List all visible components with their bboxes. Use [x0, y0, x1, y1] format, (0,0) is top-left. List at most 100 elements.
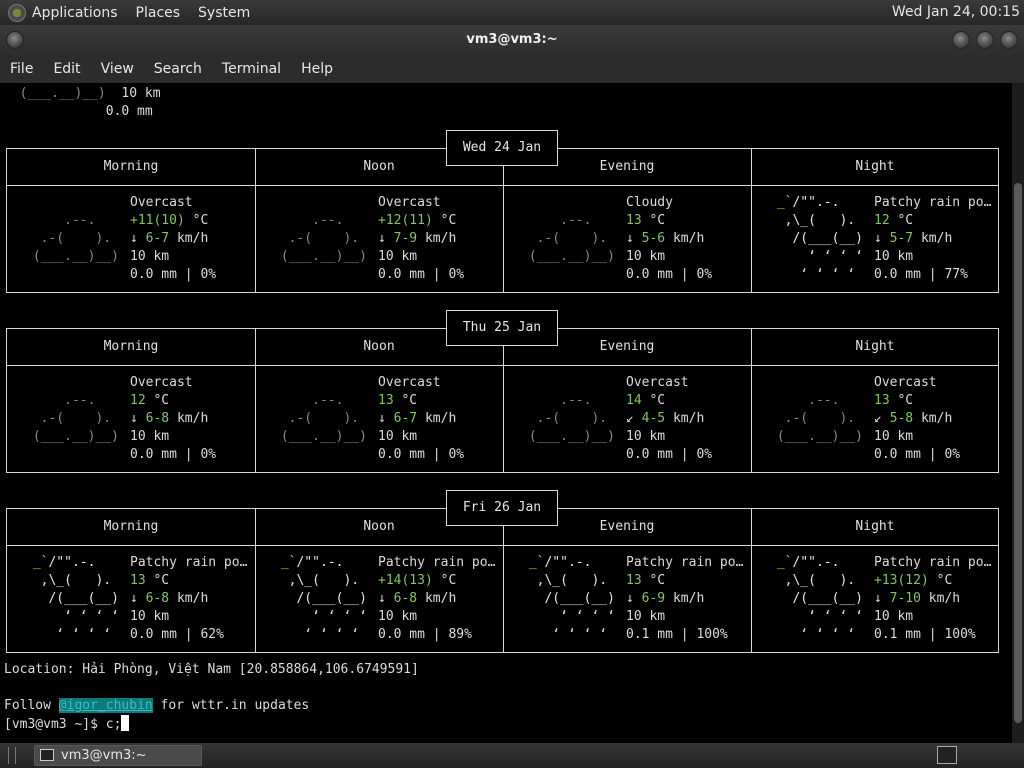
panel-clock[interactable]: Wed Jan 24, 00:15 — [892, 4, 1020, 20]
menu-help[interactable]: Help — [301, 61, 333, 77]
wind: ↓ 5-6 km/h — [626, 231, 705, 246]
close-icon[interactable] — [1000, 31, 1018, 49]
forecast-details: Overcast 12 °C ↓ 6-8 km/h 10 km 0.0 mm | 0% — [130, 374, 216, 464]
temperature: 13 °C — [378, 393, 418, 408]
terminal-icon — [40, 749, 54, 761]
temperature: 13 °C — [626, 573, 666, 588]
wind: ↓ 6-8 km/h — [378, 591, 457, 606]
precipitation: 0.0 mm | 0% — [874, 447, 961, 462]
precipitation: 0.0 mm | 0% — [626, 267, 713, 282]
rain-cloud-ascii-icon: _`/"".-. ,\_( ). /(___(__) ‘ ‘ ‘ ‘ ‘ ‘ ‘… — [769, 555, 871, 642]
forecast-details: Patchy rain po… +14(13) °C ↓ 6-8 km/h 10 km… — [378, 554, 495, 644]
temperature: +13(12) °C — [874, 573, 953, 588]
location-line: Location: Hải Phòng, Việt Nam [20.858864… — [4, 662, 419, 677]
period-header: Night — [855, 519, 895, 534]
condition-text: Patchy rain po… — [874, 195, 992, 210]
menu-file[interactable]: File — [10, 61, 33, 77]
forecast-cell: .--. .-( ). (___.__)__) Cloudy 13 °C ↓ 5-6… — [503, 186, 751, 293]
panel-menu-system[interactable]: System — [198, 5, 250, 21]
menu-search[interactable]: Search — [154, 61, 202, 77]
rain-cloud-ascii-icon: _`/"".-. ,\_( ). /(___(__) ‘ ‘ ‘ ‘ ‘ ‘ ‘… — [521, 555, 623, 642]
condition-text: Overcast — [378, 195, 441, 210]
show-desktop-icon[interactable] — [937, 746, 957, 764]
forecast-cell: .--. .-( ). (___.__)__) Overcast +11(10) … — [7, 186, 255, 293]
period-header: Morning — [103, 159, 159, 174]
forecast-cell: _`/"".-. ,\_( ). /(___(__) ‘ ‘ ‘ ‘ ‘ ‘ ‘… — [7, 546, 255, 653]
visibility: 10 km — [130, 429, 170, 444]
wind: ↓ 6-8 km/h — [130, 591, 209, 606]
period-header: Night — [855, 159, 895, 174]
visibility: 10 km — [130, 609, 170, 624]
window-menu-icon[interactable] — [6, 31, 24, 49]
wind: ↓ 7-10 km/h — [874, 591, 961, 606]
temperature: 14 °C — [626, 393, 666, 408]
period-header: Morning — [103, 339, 159, 354]
forecast-day-table: Morning _`/"".-. ,\_( ). /(___(__) ‘ ‘ ‘… — [6, 508, 999, 653]
forecast-details: Cloudy 13 °C ↓ 5-6 km/h 10 km 0.0 mm | 0% — [626, 194, 712, 284]
menu-edit[interactable]: Edit — [53, 61, 80, 77]
forecast-cell: .--. .-( ). (___.__)__) Overcast 12 °C ↓ 6… — [7, 366, 255, 473]
cloud-ascii-icon: .--. .-( ). (___.__)__) — [273, 393, 375, 444]
temperature: +12(11) °C — [378, 213, 457, 228]
menu-view[interactable]: View — [101, 61, 134, 77]
forecast-day-table: Morning .--. .-( ). (___.__)__) Overcast… — [6, 328, 999, 473]
visibility: 10 km — [378, 429, 418, 444]
terminal-output[interactable]: (___.__)__) 10 km 0.0 mm Morning .--. .-… — [0, 83, 1012, 743]
forecast-details: Overcast 13 °C ↓ 6-7 km/h 10 km 0.0 mm | 0% — [378, 374, 464, 464]
forecast-cell: .--. .-( ). (___.__)__) Overcast 13 °C ↙ 5… — [751, 366, 999, 473]
precipitation: 0.1 mm | 100% — [626, 627, 728, 642]
day-label: Wed 24 Jan — [446, 130, 558, 166]
taskbar-handle — [8, 747, 16, 764]
maximize-icon[interactable] — [976, 31, 994, 49]
menu-terminal[interactable]: Terminal — [222, 61, 281, 77]
precipitation: 0.0 mm | 0% — [130, 267, 217, 282]
window-title-bar[interactable]: vm3@vm3:~ — [0, 25, 1024, 55]
condition-text: Overcast — [130, 195, 193, 210]
forecast-cell: .--. .-( ). (___.__)__) Overcast 13 °C ↓ 6… — [255, 366, 503, 473]
minimize-icon[interactable] — [952, 31, 970, 49]
terminal-scrollbar[interactable] — [1012, 83, 1024, 743]
forecast-details: Patchy rain po… 12 °C ↓ 5-7 km/h 10 km 0.0 m… — [874, 194, 991, 284]
distro-logo-icon[interactable] — [8, 3, 26, 22]
visibility: 10 km — [378, 609, 418, 624]
cloud-ascii-icon: .--. .-( ). (___.__)__) — [521, 213, 623, 264]
wind: ↓ 6-7 km/h — [378, 411, 457, 426]
precipitation: 0.0 mm | 0% — [378, 267, 465, 282]
wind: ↓ 6-8 km/h — [130, 411, 209, 426]
wind: ↓ 6-7 km/h — [130, 231, 209, 246]
forecast-details: Patchy rain po… 13 °C ↓ 6-9 km/h 10 km 0.1 m… — [626, 554, 743, 644]
shell-prompt[interactable]: [vm3@vm3 ~]$ c; — [4, 715, 130, 734]
rain-cloud-ascii-icon: _`/"".-. ,\_( ). /(___(__) ‘ ‘ ‘ ‘ ‘ ‘ ‘… — [25, 555, 127, 642]
top-panel: Applications Places System Wed Jan 24, 0… — [0, 0, 1024, 25]
precipitation: 0.0 mm | 77% — [874, 267, 968, 282]
condition-text: Overcast — [874, 375, 937, 390]
condition-text: Overcast — [130, 375, 193, 390]
visibility: 10 km — [874, 249, 914, 264]
output-line: (___.__)__) 10 km — [4, 86, 161, 101]
temperature: +14(13) °C — [378, 573, 457, 588]
forecast-cell: .--. .-( ). (___.__)__) Overcast 14 °C ↙ 4… — [503, 366, 751, 473]
bottom-taskbar: vm3@vm3:~ — [0, 743, 1024, 768]
condition-text: Patchy rain po… — [378, 555, 496, 570]
precipitation: 0.0 mm | 0% — [626, 447, 713, 462]
twitter-handle-link[interactable]: @igor_chubin — [58, 698, 153, 713]
follow-line: Follow @igor_chubin for wttr.in updates — [4, 698, 310, 713]
visibility: 10 km — [626, 249, 666, 264]
wind: ↙ 4-5 km/h — [626, 411, 705, 426]
panel-menu-applications[interactable]: Applications — [32, 5, 118, 21]
terminal-menu-bar: File Edit View Search Terminal Help — [0, 55, 1024, 83]
period-header: Night — [855, 339, 895, 354]
text-cursor — [121, 715, 130, 731]
scrollbar-thumb[interactable] — [1014, 183, 1022, 723]
rain-cloud-ascii-icon: _`/"".-. ,\_( ). /(___(__) ‘ ‘ ‘ ‘ ‘ ‘ ‘… — [769, 195, 871, 282]
condition-text: Overcast — [626, 375, 689, 390]
temperature: 12 °C — [874, 213, 914, 228]
taskbar-window-button[interactable]: vm3@vm3:~ — [34, 745, 202, 766]
day-label: Thu 25 Jan — [446, 310, 558, 346]
panel-menu-places[interactable]: Places — [136, 5, 181, 21]
visibility: 10 km — [626, 429, 666, 444]
temperature: 13 °C — [130, 573, 170, 588]
temperature: 12 °C — [130, 393, 170, 408]
condition-text: Patchy rain po… — [130, 555, 248, 570]
temperature: 13 °C — [874, 393, 914, 408]
